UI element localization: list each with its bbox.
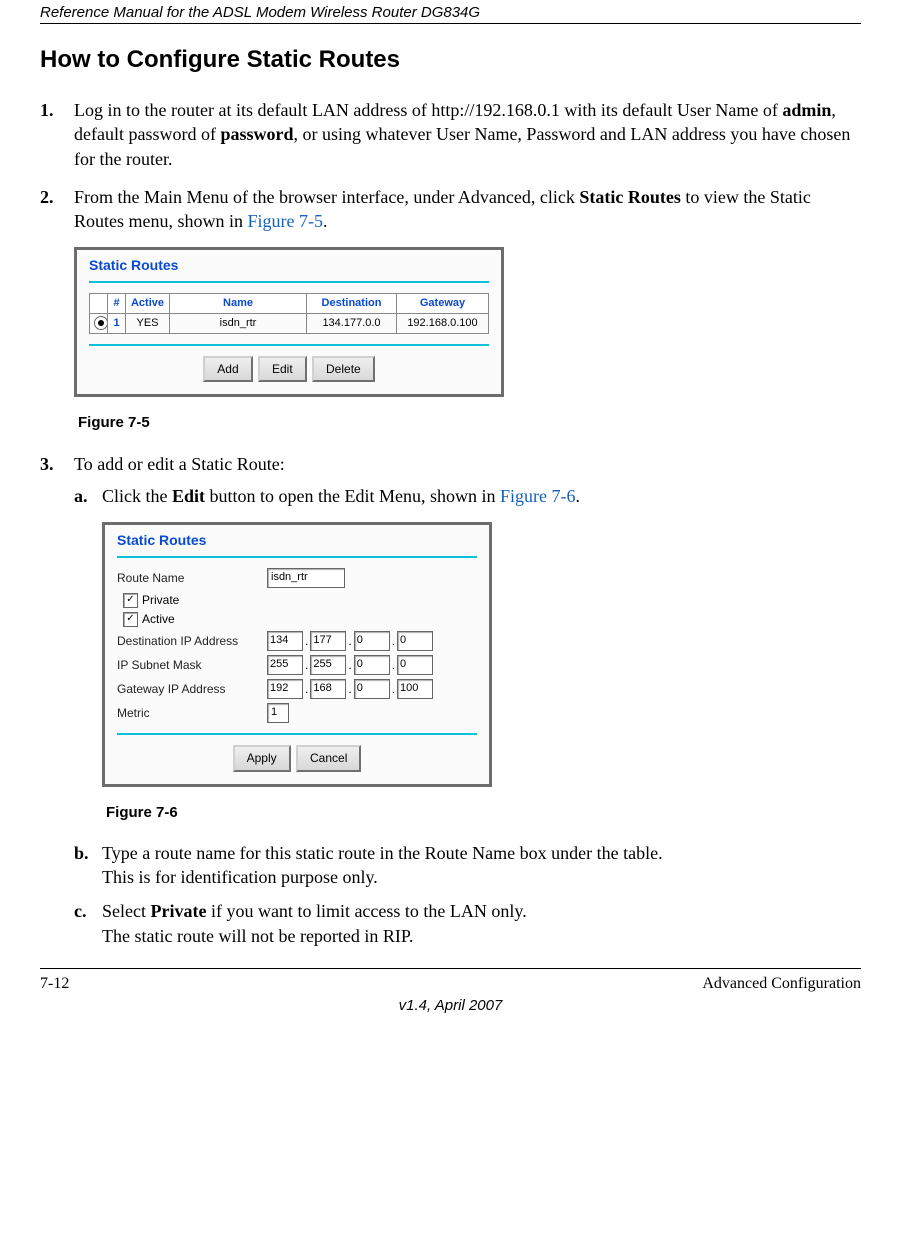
- subnet-octet-2[interactable]: 255: [310, 655, 346, 675]
- dest-ip-octet-1[interactable]: 134: [267, 631, 303, 651]
- dest-ip-octet-4[interactable]: 0: [397, 631, 433, 651]
- step-1: Log in to the router at its default LAN …: [40, 98, 861, 171]
- figure-7-6-title: Static Routes: [117, 531, 477, 550]
- table-header-gateway: Gateway: [397, 294, 489, 314]
- step-3c-text-c: The static route will not be reported in…: [102, 926, 413, 946]
- add-button[interactable]: Add: [203, 356, 252, 382]
- divider: [117, 556, 477, 558]
- apply-button[interactable]: Apply: [233, 745, 291, 771]
- subnet-octet-1[interactable]: 255: [267, 655, 303, 675]
- step-2-staticroutes: Static Routes: [579, 187, 681, 207]
- step-3a-figure-link[interactable]: Figure 7-6: [500, 486, 576, 506]
- divider: [89, 281, 489, 283]
- step-3c-text-a: Select: [102, 901, 150, 921]
- step-3: To add or edit a Static Route: Click the…: [40, 452, 861, 948]
- step-1-admin: admin: [782, 100, 831, 120]
- metric-label: Metric: [117, 705, 267, 721]
- running-header: Reference Manual for the ADSL Modem Wire…: [40, 0, 861, 23]
- gateway-octet-3[interactable]: 0: [354, 679, 390, 699]
- dest-ip-octet-3[interactable]: 0: [354, 631, 390, 651]
- step-3c-text-b: if you want to limit access to the LAN o…: [206, 901, 526, 921]
- step-3b-text-b: This is for identification purpose only.: [102, 867, 378, 887]
- divider: [117, 733, 477, 735]
- step-3a: Click the Edit button to open the Edit M…: [74, 484, 861, 823]
- footer-page-number: 7-12: [40, 975, 69, 993]
- figure-7-5-panel: Static Routes # Active Name Destination: [74, 247, 504, 397]
- edit-button[interactable]: Edit: [258, 356, 307, 382]
- table-header-row: # Active Name Destination Gateway: [90, 294, 489, 314]
- metric-input[interactable]: 1: [267, 703, 289, 723]
- step-3a-text-a: Click the: [102, 486, 172, 506]
- table-header-num: #: [108, 294, 126, 314]
- gateway-octet-1[interactable]: 192: [267, 679, 303, 699]
- step-2: From the Main Menu of the browser interf…: [40, 185, 861, 434]
- delete-button[interactable]: Delete: [312, 356, 375, 382]
- step-3a-edit: Edit: [172, 486, 205, 506]
- route-name-input[interactable]: isdn_rtr: [267, 568, 345, 588]
- subnet-octet-3[interactable]: 0: [354, 655, 390, 675]
- figure-7-5-title: Static Routes: [89, 256, 489, 275]
- table-row: 1 YES isdn_rtr 134.177.0.0 192.168.0.100: [90, 314, 489, 334]
- figure-7-6-caption: Figure 7-6: [106, 803, 861, 823]
- active-checkbox[interactable]: ✓: [123, 612, 138, 627]
- table-header-destination: Destination: [307, 294, 397, 314]
- table-row-active: YES: [126, 314, 170, 334]
- table-row-radio[interactable]: [90, 314, 108, 334]
- cancel-button[interactable]: Cancel: [296, 745, 361, 771]
- dest-ip-octet-2[interactable]: 177: [310, 631, 346, 651]
- table-header-name: Name: [170, 294, 307, 314]
- table-row-destination: 134.177.0.0: [307, 314, 397, 334]
- section-title: How to Configure Static Routes: [40, 46, 861, 74]
- figure-7-5-caption: Figure 7-5: [78, 413, 861, 433]
- footer-chapter: Advanced Configuration: [702, 975, 861, 993]
- dest-ip-label: Destination IP Address: [117, 633, 267, 649]
- subnet-octet-4[interactable]: 0: [397, 655, 433, 675]
- figure-7-6-panel: Static Routes Route Name isdn_rtr ✓ Priv…: [102, 522, 492, 786]
- step-1-text-a: Log in to the router at its default LAN …: [74, 100, 782, 120]
- footer-version: v1.4, April 2007: [40, 997, 861, 1014]
- gateway-octet-4[interactable]: 100: [397, 679, 433, 699]
- gateway-octet-2[interactable]: 168: [310, 679, 346, 699]
- table-header-blank: [90, 294, 108, 314]
- step-3a-text-c: .: [576, 486, 581, 506]
- table-row-name: isdn_rtr: [170, 314, 307, 334]
- step-2-text-a: From the Main Menu of the browser interf…: [74, 187, 579, 207]
- step-3a-text-b: button to open the Edit Menu, shown in: [205, 486, 500, 506]
- divider: [89, 344, 489, 346]
- route-name-label: Route Name: [117, 570, 267, 586]
- step-1-password: password: [220, 124, 293, 144]
- step-3c: Select Private if you want to limit acce…: [74, 899, 861, 948]
- table-header-active: Active: [126, 294, 170, 314]
- private-label: Private: [142, 592, 179, 608]
- step-2-figure-link[interactable]: Figure 7-5: [248, 211, 324, 231]
- table-row-num: 1: [108, 314, 126, 334]
- step-3b-text-a: Type a route name for this static route …: [102, 843, 663, 863]
- static-routes-table: # Active Name Destination Gateway 1 YES …: [89, 293, 489, 334]
- table-row-gateway: 192.168.0.100: [397, 314, 489, 334]
- step-3c-private: Private: [150, 901, 206, 921]
- private-checkbox[interactable]: ✓: [123, 593, 138, 608]
- gateway-label: Gateway IP Address: [117, 681, 267, 697]
- step-3b: Type a route name for this static route …: [74, 841, 861, 890]
- footer-rule: [40, 968, 861, 969]
- active-label: Active: [142, 611, 175, 627]
- subnet-label: IP Subnet Mask: [117, 657, 267, 673]
- step-2-text-c: .: [323, 211, 328, 231]
- step-3-text: To add or edit a Static Route:: [74, 454, 285, 474]
- header-rule: [40, 23, 861, 24]
